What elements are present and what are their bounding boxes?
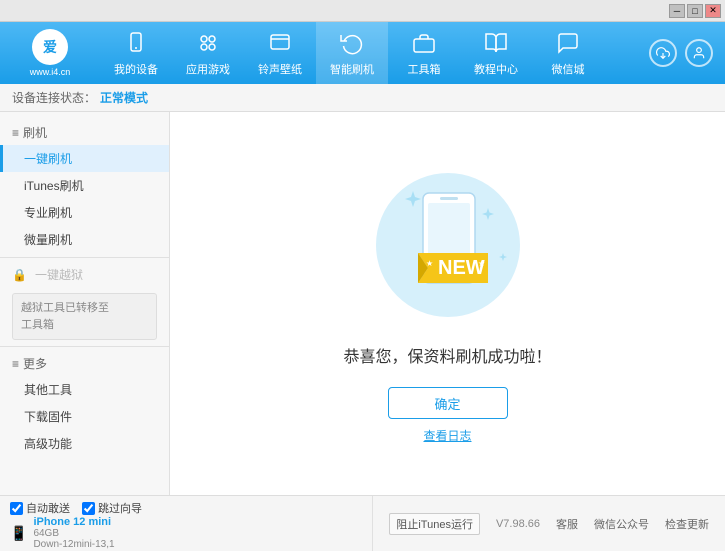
- skip-wizard-checkbox-label[interactable]: 跳过向导: [82, 500, 142, 516]
- checkbox-row: 自动敢送 跳过向导: [10, 500, 362, 516]
- sidebar-item-one-key-flash[interactable]: 一键刷机: [0, 145, 169, 172]
- sidebar-item-tiny-flash[interactable]: 微量刷机: [0, 226, 169, 253]
- maximize-button[interactable]: □: [687, 4, 703, 18]
- device-firmware: Down-12mini-13,1: [33, 539, 114, 550]
- nav-label-apps: 应用游戏: [186, 61, 230, 77]
- nav-label-my-device: 我的设备: [114, 61, 158, 77]
- svg-text:★: ★: [478, 259, 485, 268]
- more-section-label: 更多: [23, 355, 47, 372]
- sidebar-item-advanced[interactable]: 高级功能: [0, 430, 169, 457]
- device-info: iPhone 12 mini 64GB Down-12mini-13,1: [33, 516, 114, 550]
- nav-item-smart-flash[interactable]: 智能刷机: [316, 22, 388, 84]
- bottom-bar: 自动敢送 跳过向导 📱 iPhone 12 mini 64GB Down-12m…: [0, 495, 725, 551]
- sidebar-divider-2: [0, 346, 169, 347]
- tutorial-icon: [482, 29, 510, 57]
- nav-label-smart-flash: 智能刷机: [330, 61, 374, 77]
- auto-flash-checkbox-label[interactable]: 自动敢送: [10, 500, 70, 516]
- jailbreak-section-icon: 🔒: [12, 268, 27, 282]
- nav-label-toolbox: 工具箱: [408, 61, 441, 77]
- close-button[interactable]: ✕: [705, 4, 721, 18]
- sidebar-section-jailbreak[interactable]: 🔒 一键越狱: [0, 262, 169, 287]
- nav-item-tutorial[interactable]: 教程中心: [460, 22, 532, 84]
- device-phone-icon: 📱: [10, 525, 27, 542]
- nav-item-toolbox[interactable]: 工具箱: [388, 22, 460, 84]
- sidebar-item-download-firmware[interactable]: 下载固件: [0, 403, 169, 430]
- skip-wizard-checkbox[interactable]: [82, 502, 95, 515]
- logo-area[interactable]: 爱 www.i4.cn: [0, 22, 100, 84]
- sidebar-item-other-tools[interactable]: 其他工具: [0, 376, 169, 403]
- auto-flash-checkbox[interactable]: [10, 502, 23, 515]
- flash-section-icon: ≡: [12, 126, 19, 140]
- stop-itunes-button[interactable]: 阻止iTunes运行: [389, 513, 480, 535]
- window-controls: ─ □ ✕: [669, 4, 721, 18]
- success-illustration: NEW ★ ★: [358, 163, 538, 343]
- sidebar-divider-1: [0, 257, 169, 258]
- nav-right: [649, 39, 725, 67]
- version-text: V7.98.66: [496, 518, 540, 530]
- nav-label-tutorial: 教程中心: [474, 61, 518, 77]
- jailbreak-note: 越狱工具已转移至工具箱: [12, 293, 157, 340]
- logo-text: www.i4.cn: [30, 67, 71, 77]
- title-bar: ─ □ ✕: [0, 0, 725, 22]
- more-section-icon: ≡: [12, 357, 19, 371]
- jailbreak-section-label: 一键越狱: [35, 266, 83, 283]
- my-device-icon: [122, 29, 150, 57]
- bottom-right-panel: 阻止iTunes运行 V7.98.66 客服 微信公众号 检查更新: [373, 496, 725, 551]
- content-area: NEW ★ ★ 恭喜您，保资料刷机成功啦！ 确定 查看日志: [170, 112, 725, 495]
- download-button[interactable]: [649, 39, 677, 67]
- nav-item-apps[interactable]: 应用游戏: [172, 22, 244, 84]
- nav-label-weibo: 微信城: [552, 61, 585, 77]
- flash-section-label: 刷机: [23, 124, 47, 141]
- status-bar: 设备连接状态： 正常模式: [0, 84, 725, 112]
- status-label: 设备连接状态：: [12, 89, 96, 106]
- confirm-button[interactable]: 确定: [388, 387, 508, 419]
- nav-item-ringtone[interactable]: 铃声壁纸: [244, 22, 316, 84]
- sidebar: ≡ 刷机 一键刷机 iTunes刷机 专业刷机 微量刷机 🔒 一键越狱 越狱工具…: [0, 112, 170, 495]
- customer-service-link[interactable]: 客服: [556, 516, 578, 532]
- success-message: 恭喜您，保资料刷机成功啦！: [343, 343, 551, 367]
- device-storage: 64GB: [33, 528, 114, 539]
- sidebar-section-flash[interactable]: ≡ 刷机: [0, 120, 169, 145]
- top-nav: 爱 www.i4.cn 我的设备 应用游戏 铃声壁纸 智: [0, 22, 725, 84]
- sidebar-section-more[interactable]: ≡ 更多: [0, 351, 169, 376]
- nav-label-ringtone: 铃声壁纸: [258, 61, 302, 77]
- device-name: iPhone 12 mini: [33, 516, 114, 528]
- sidebar-item-itunes-flash[interactable]: iTunes刷机: [0, 172, 169, 199]
- view-log-link[interactable]: 查看日志: [423, 427, 471, 444]
- check-update-link[interactable]: 检查更新: [665, 516, 709, 532]
- weibo-icon: [554, 29, 582, 57]
- nav-items: 我的设备 应用游戏 铃声壁纸 智能刷机 工具箱: [100, 22, 649, 84]
- ringtone-icon: [266, 29, 294, 57]
- bottom-left-panel: 自动敢送 跳过向导 📱 iPhone 12 mini 64GB Down-12m…: [0, 496, 373, 551]
- toolbox-icon: [410, 29, 438, 57]
- minimize-button[interactable]: ─: [669, 4, 685, 18]
- status-value: 正常模式: [100, 89, 148, 106]
- smart-flash-icon: [338, 29, 366, 57]
- svg-text:★: ★: [426, 259, 433, 268]
- apps-icon: [194, 29, 222, 57]
- wechat-official-link[interactable]: 微信公众号: [594, 516, 649, 532]
- nav-item-my-device[interactable]: 我的设备: [100, 22, 172, 84]
- logo-icon: 爱: [32, 29, 68, 65]
- nav-item-weibo[interactable]: 微信城: [532, 22, 604, 84]
- device-row: 📱 iPhone 12 mini 64GB Down-12mini-13,1: [10, 516, 362, 550]
- user-button[interactable]: [685, 39, 713, 67]
- sidebar-item-pro-flash[interactable]: 专业刷机: [0, 199, 169, 226]
- main-layout: ≡ 刷机 一键刷机 iTunes刷机 专业刷机 微量刷机 🔒 一键越狱 越狱工具…: [0, 112, 725, 495]
